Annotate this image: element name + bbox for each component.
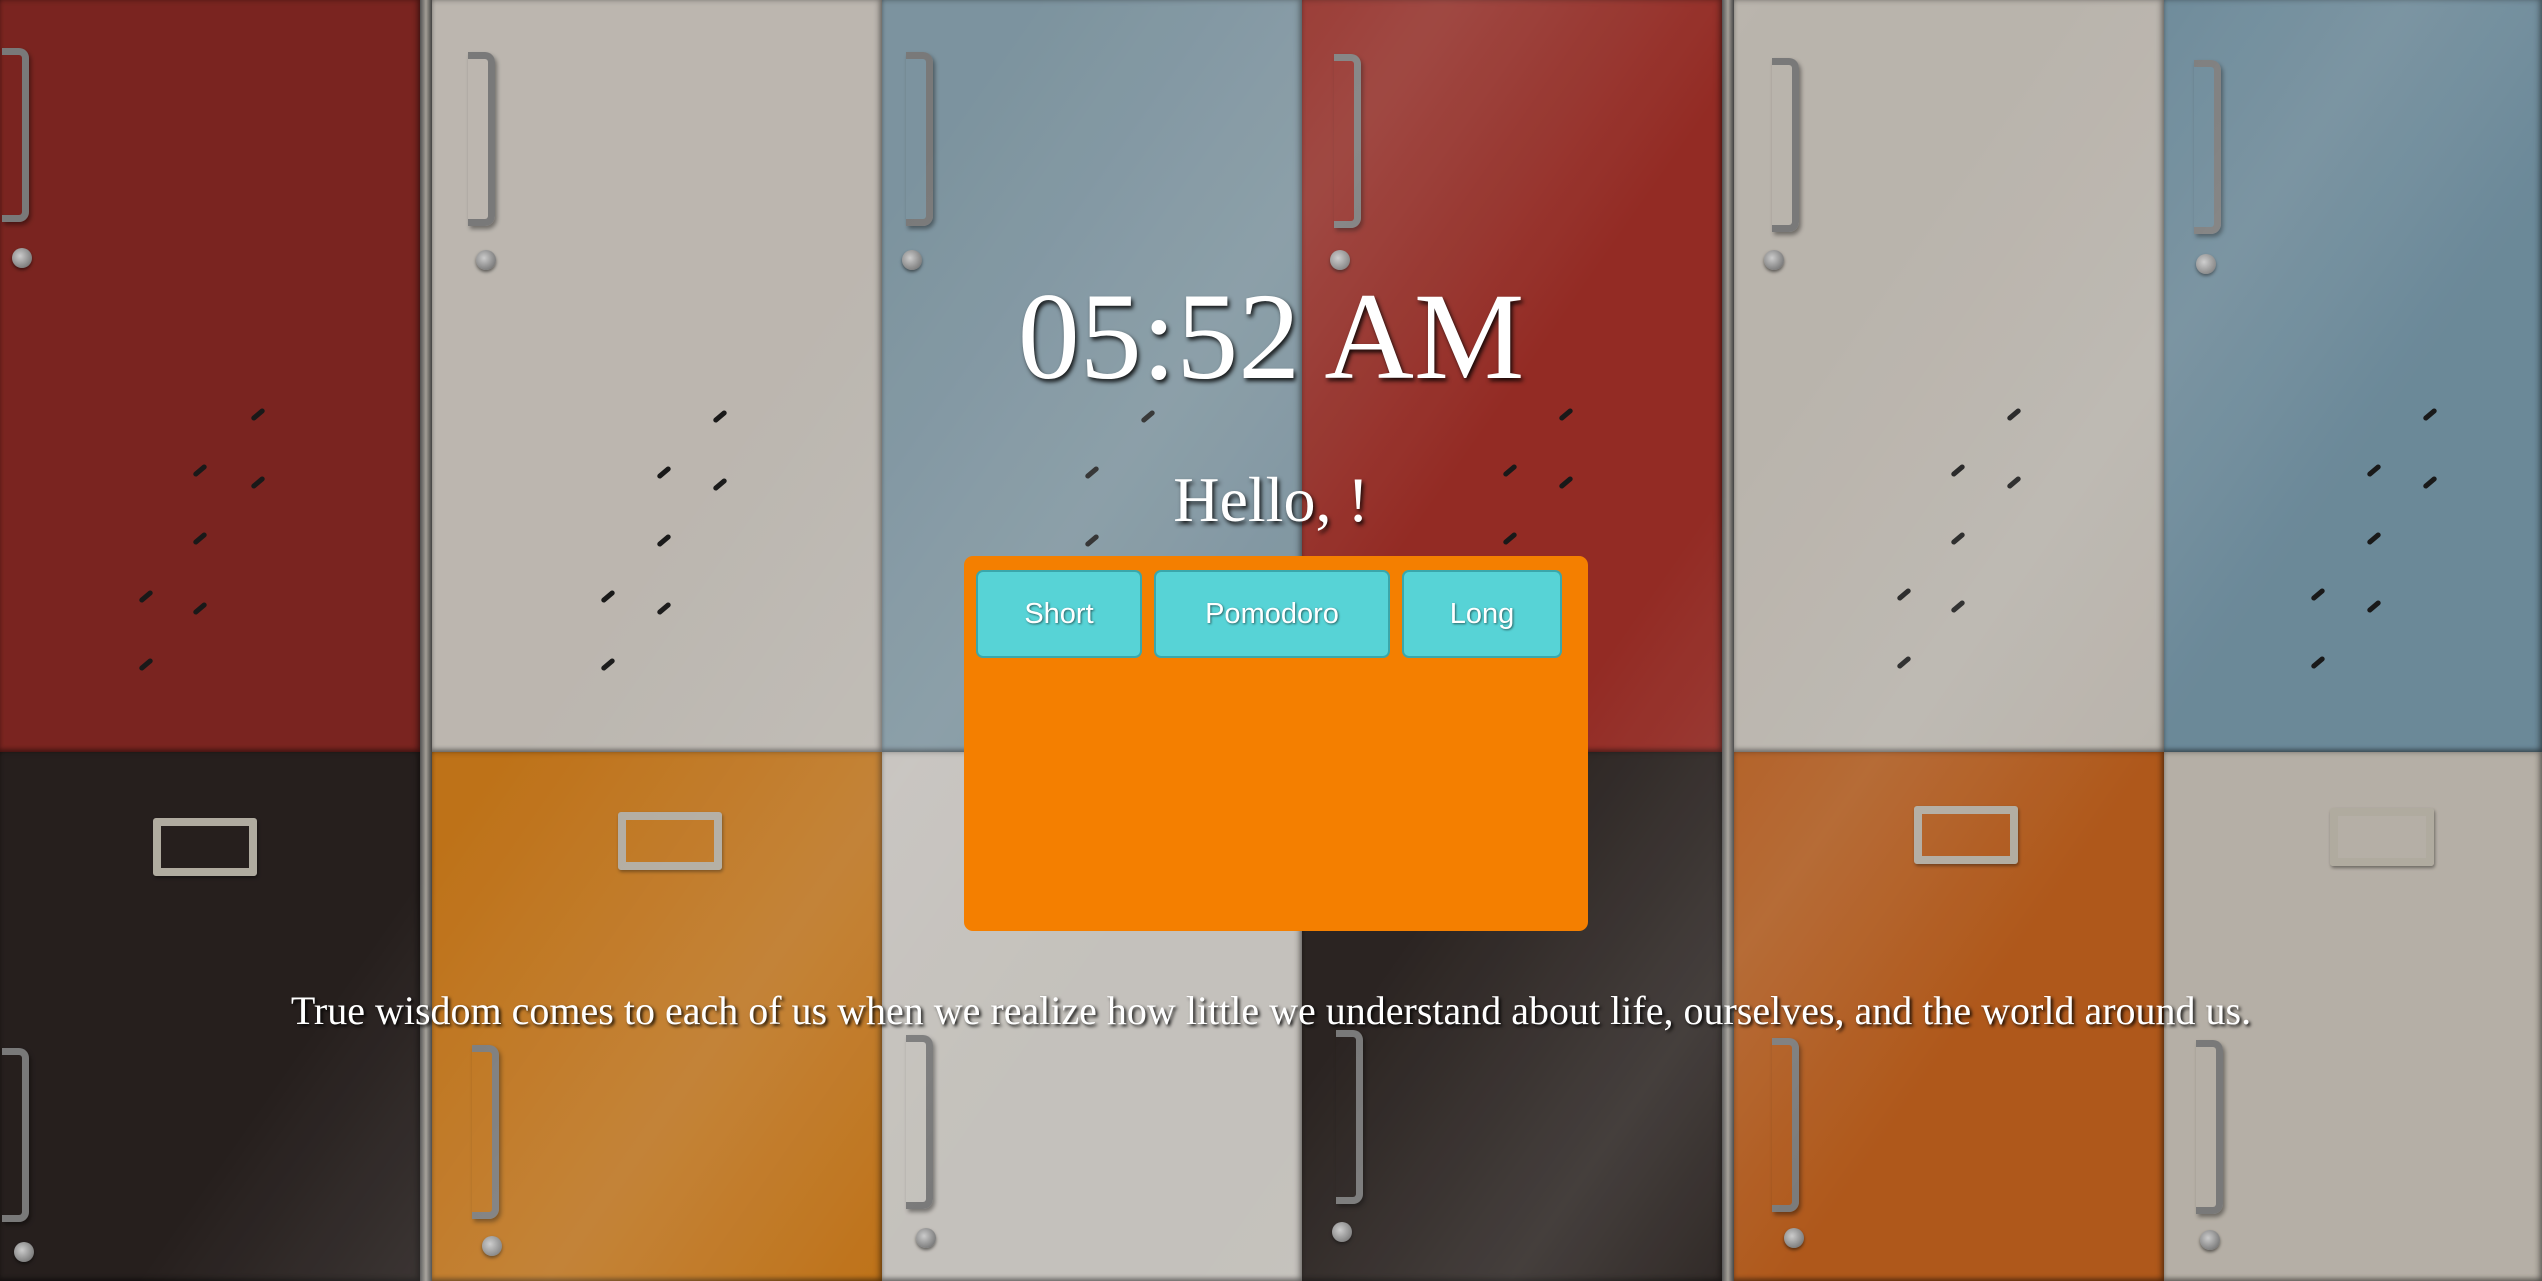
locker-column <box>1734 0 2164 1281</box>
locker-lock <box>2200 1230 2220 1250</box>
locker-label-frame <box>153 818 257 876</box>
locker-lock <box>916 1228 936 1248</box>
locker-handle <box>1336 1030 1363 1204</box>
pomodoro-timer-panel: Short Pomodoro Long <box>964 556 1588 931</box>
locker-lock <box>1332 1222 1352 1242</box>
short-break-button[interactable]: Short <box>976 570 1142 658</box>
locker-lock <box>482 1236 502 1256</box>
locker-handle <box>468 52 495 226</box>
locker-handle <box>2194 60 2221 234</box>
locker-seam <box>1722 0 1734 1281</box>
locker-lock <box>14 1242 34 1262</box>
quote-text: True wisdom comes to each of us when we … <box>290 988 2252 1033</box>
locker-lock <box>1784 1228 1804 1248</box>
locker-handle <box>472 1045 499 1219</box>
locker-handle <box>2 48 29 222</box>
locker-label-frame <box>1914 806 2018 864</box>
locker-handle <box>1334 54 1361 228</box>
locker-handle <box>906 52 933 226</box>
locker-handle <box>2 1048 29 1222</box>
locker-handle <box>1772 1038 1799 1212</box>
locker-column <box>2164 0 2542 1281</box>
locker-column <box>432 0 882 1281</box>
locker-label-frame <box>2330 808 2434 866</box>
locker-column <box>0 0 420 1281</box>
pomodoro-button[interactable]: Pomodoro <box>1154 570 1390 658</box>
long-break-button[interactable]: Long <box>1402 570 1562 658</box>
greeting-text: Hello, ! <box>1173 464 1369 535</box>
locker-seam <box>420 0 432 1281</box>
locker-handle <box>906 1035 933 1209</box>
clock-display: 05:52 AM <box>1017 268 1525 405</box>
locker-label-frame <box>618 812 722 870</box>
locker-handle <box>2196 1040 2223 1214</box>
locker-handle <box>1772 58 1799 232</box>
